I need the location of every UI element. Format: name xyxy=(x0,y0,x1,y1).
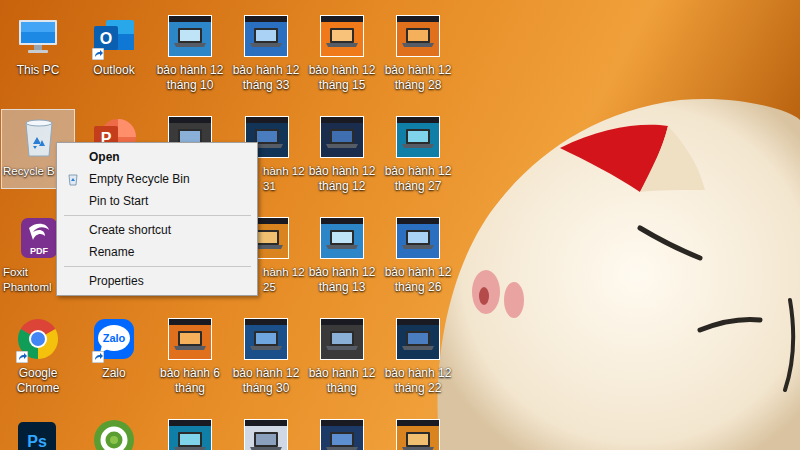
svg-text:Ps: Ps xyxy=(27,433,47,450)
desktop-icon-cell: bảo hành 12 tháng 27 xyxy=(380,107,456,208)
desktop-icon-cell xyxy=(152,410,228,450)
thumbnail-picture-icon xyxy=(394,113,442,161)
icon-label: bảo hành 12 tháng 10 xyxy=(154,63,226,93)
thumbnail-picture-icon xyxy=(394,315,442,363)
svg-text:O: O xyxy=(100,30,112,47)
icon-label: bảo hành 12 tháng 15 xyxy=(306,63,378,93)
desktop-icon-cell: Google Chrome xyxy=(0,309,76,410)
icon-label: bảo hành 12 tháng 13 xyxy=(306,265,378,295)
desktop-icon-cell xyxy=(304,410,380,450)
icon-label: bảo hành 12 tháng 30 xyxy=(230,366,302,396)
desktop-icon[interactable] xyxy=(305,412,379,450)
thumbnail-picture-icon xyxy=(166,416,214,450)
recycle-bin-icon xyxy=(66,172,80,186)
thumbnail-picture-icon xyxy=(166,12,214,60)
menu-item[interactable]: Rename xyxy=(59,241,255,263)
thumbnail-picture-icon xyxy=(166,315,214,363)
desktop-icon[interactable] xyxy=(77,412,151,450)
desktop-icon-cell: bảo hành 12 tháng 12 xyxy=(304,107,380,208)
desktop-icon[interactable] xyxy=(381,412,455,450)
desktop-icon-cell: bảo hành 6 tháng xyxy=(152,309,228,410)
desktop-icon[interactable]: O Outlook xyxy=(77,8,151,88)
thumbnail-picture-icon xyxy=(242,12,290,60)
thumbnail-picture-icon xyxy=(318,113,366,161)
svg-text:Zalo: Zalo xyxy=(103,332,126,344)
icon-label: bảo hành 12 tháng 26 xyxy=(382,265,454,295)
desktop-icon[interactable]: bảo hành 12 tháng 30 xyxy=(229,311,303,397)
desktop-icon-cell: bảo hành 12 tháng 13 xyxy=(304,208,380,309)
icon-label: bảo hành 12 tháng 33 xyxy=(230,63,302,93)
desktop-icon-cell xyxy=(380,410,456,450)
thumbnail-picture-icon xyxy=(318,416,366,450)
desktop-icon[interactable]: bảo hành 12 tháng 13 xyxy=(305,210,379,296)
shortcut-arrow-icon xyxy=(92,351,104,363)
icon-label: bảo hành 12 tháng xyxy=(306,366,378,396)
desktop-icon[interactable]: bảo hành 12 tháng 27 xyxy=(381,109,455,195)
desktop-icon[interactable]: bảo hành 12 tháng 26 xyxy=(381,210,455,296)
photoshop-icon: Ps xyxy=(14,416,62,450)
desktop-icon-cell: bảo hành 12 tháng 10 xyxy=(152,6,228,107)
desktop-icon[interactable]: Zalo Zalo xyxy=(77,311,151,391)
coccoc-icon xyxy=(90,416,138,450)
desktop-icon-cell: bảo hành 12 tháng 15 xyxy=(304,6,380,107)
icon-label: Recycle B xyxy=(2,164,55,179)
desktop-icon[interactable] xyxy=(153,412,227,450)
thumbnail-picture-icon xyxy=(394,416,442,450)
thumbnail-picture-icon xyxy=(394,214,442,262)
thumbnail-picture-icon xyxy=(242,315,290,363)
icon-label: bảo hành 6 tháng xyxy=(154,366,226,396)
monitor-icon xyxy=(14,12,62,60)
menu-item[interactable]: Create shortcut xyxy=(59,219,255,241)
menu-item[interactable]: Properties xyxy=(59,270,255,292)
icon-label: bảo hành 12 tháng 28 xyxy=(382,63,454,93)
desktop-icon-cell: Ps xyxy=(0,410,76,450)
desktop-icon-cell xyxy=(228,410,304,450)
desktop: This PC Recycle B PDF Foxit Phantoml Google … xyxy=(0,0,800,450)
context-menu: OpenEmpty Recycle BinPin to Start Create … xyxy=(56,142,258,296)
desktop-icon-cell: bảo hành 12 tháng 30 xyxy=(228,309,304,410)
shortcut-arrow-icon xyxy=(16,351,28,363)
menu-item[interactable]: Pin to Start xyxy=(59,190,255,212)
desktop-icon[interactable]: bảo hành 12 tháng 15 xyxy=(305,8,379,94)
menu-item[interactable]: Open xyxy=(59,146,255,168)
icon-label: bảo hành 12 tháng 22 xyxy=(382,366,454,396)
desktop-icon-cell: O Outlook xyxy=(76,6,152,107)
menu-separator xyxy=(64,215,251,216)
desktop-icon[interactable]: bảo hành 12 tháng 22 xyxy=(381,311,455,397)
desktop-icon[interactable]: bảo hành 12 tháng 28 xyxy=(381,8,455,94)
desktop-icon[interactable]: Google Chrome xyxy=(1,311,75,397)
thumbnail-picture-icon xyxy=(318,214,366,262)
svg-text:PDF: PDF xyxy=(30,246,49,256)
desktop-icon-cell xyxy=(76,410,152,450)
icon-label: Zalo xyxy=(78,366,150,381)
desktop-icon[interactable]: This PC xyxy=(1,8,75,88)
icon-label: Outlook xyxy=(78,63,150,78)
desktop-icon-cell: bảo hành 12 tháng 33 xyxy=(228,6,304,107)
desktop-icon[interactable]: bảo hành 12 tháng 33 xyxy=(229,8,303,94)
desktop-icon-cell: bảo hành 12 tháng xyxy=(304,309,380,410)
shortcut-arrow-icon xyxy=(92,48,104,60)
desktop-icon-cell: bảo hành 12 tháng 28 xyxy=(380,6,456,107)
icon-label: bảo hành 12 tháng 27 xyxy=(382,164,454,194)
desktop-icon-cell: bảo hành 12 tháng 26 xyxy=(380,208,456,309)
thumbnail-picture-icon xyxy=(318,12,366,60)
thumbnail-picture-icon xyxy=(318,315,366,363)
desktop-icon[interactable]: bảo hành 12 tháng xyxy=(305,311,379,397)
icon-label: This PC xyxy=(2,63,74,78)
desktop-icon[interactable] xyxy=(229,412,303,450)
icon-label: Foxit Phantoml xyxy=(2,265,55,295)
desktop-icon[interactable]: Ps xyxy=(1,412,75,450)
menu-item[interactable]: Empty Recycle Bin xyxy=(59,168,255,190)
icon-label: bảo hành 12 tháng 12 xyxy=(306,164,378,194)
desktop-icon[interactable]: bảo hành 6 tháng xyxy=(153,311,227,397)
desktop-icon[interactable]: bảo hành 12 tháng 12 xyxy=(305,109,379,195)
desktop-icon-cell: bảo hành 12 tháng 22 xyxy=(380,309,456,410)
desktop-icon-cell: Zalo Zalo xyxy=(76,309,152,410)
desktop-icon-cell: This PC xyxy=(0,6,76,107)
thumbnail-picture-icon xyxy=(394,12,442,60)
thumbnail-picture-icon xyxy=(242,416,290,450)
icon-label: Google Chrome xyxy=(2,366,74,396)
desktop-icon[interactable]: bảo hành 12 tháng 10 xyxy=(153,8,227,94)
menu-separator xyxy=(64,266,251,267)
